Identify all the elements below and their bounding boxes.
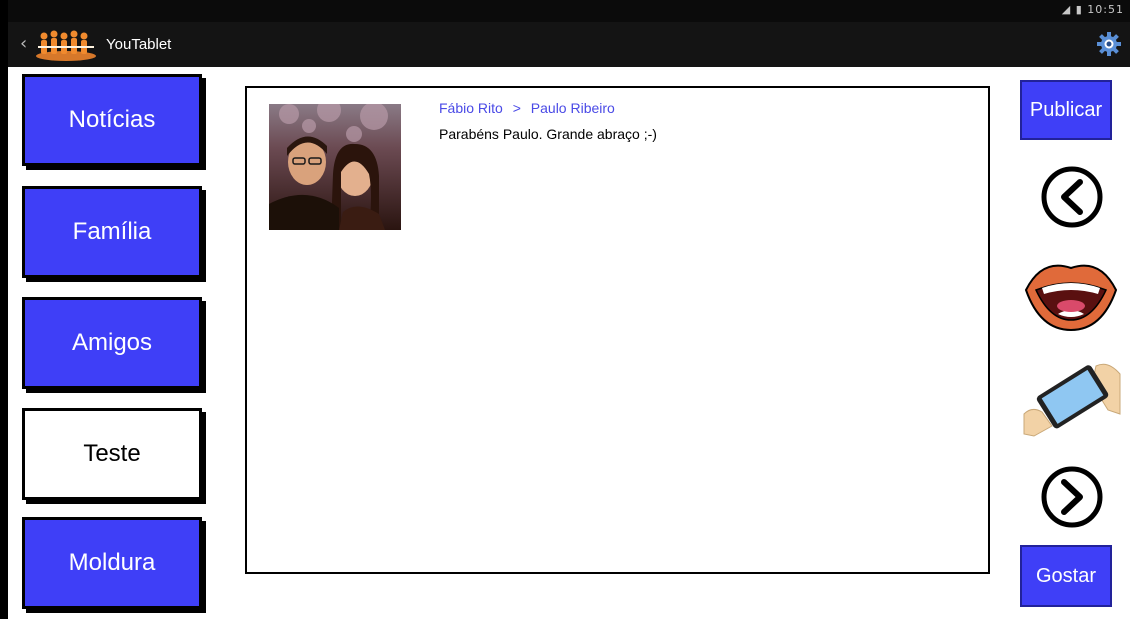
circle-chevron-right-icon[interactable] xyxy=(1030,464,1114,530)
nav-label: Moldura xyxy=(68,549,156,576)
status-bar: ◢ ▮ 10:51 xyxy=(8,0,1130,22)
nav-familia-button[interactable]: Família xyxy=(22,186,202,278)
like-button[interactable]: Gostar xyxy=(1020,545,1112,607)
nav-label: Teste xyxy=(83,440,141,467)
publish-label: Publicar xyxy=(1029,98,1103,121)
gear-icon[interactable] xyxy=(1096,31,1122,57)
mouth-speak-icon[interactable] xyxy=(1022,250,1120,334)
status-time: 10:51 xyxy=(1087,3,1124,16)
post-recipient-link[interactable]: Paulo Ribeiro xyxy=(531,100,615,116)
nav-noticias-button[interactable]: Notícias xyxy=(22,74,202,166)
people-group-logo[interactable] xyxy=(34,26,98,62)
post-author-link[interactable]: Fábio Rito xyxy=(439,100,503,116)
post-message: Parabéns Paulo. Grande abraço ;-) xyxy=(439,126,657,142)
post-panel: Fábio Rito > Paulo Ribeiro Parabéns Paul… xyxy=(245,86,990,574)
tablet-hands-icon[interactable] xyxy=(1022,354,1122,438)
circle-chevron-left-icon[interactable] xyxy=(1030,164,1114,230)
nav-label: Amigos xyxy=(71,329,153,356)
post-meta: Fábio Rito > Paulo Ribeiro xyxy=(439,100,621,116)
post-photo[interactable] xyxy=(269,104,401,230)
left-edge xyxy=(0,0,8,619)
signal-icon: ◢ ▮ xyxy=(1061,3,1083,16)
app-title: YouTablet xyxy=(106,36,172,53)
nav-moldura-button[interactable]: Moldura xyxy=(22,517,202,609)
nav-label: Família xyxy=(72,218,152,245)
like-label: Gostar xyxy=(1035,564,1097,587)
nav-amigos-button[interactable]: Amigos xyxy=(22,297,202,389)
chevron-left-icon[interactable]: ‹ xyxy=(20,33,27,54)
nav-teste-button[interactable]: Teste xyxy=(22,408,202,500)
status-icons: ◢ ▮ 10:51 xyxy=(1062,3,1124,16)
nav-label: Notícias xyxy=(68,106,156,133)
post-separator: > xyxy=(512,100,521,116)
action-bar: ‹ YouTablet xyxy=(8,22,1130,67)
publish-button[interactable]: Publicar xyxy=(1020,80,1112,140)
